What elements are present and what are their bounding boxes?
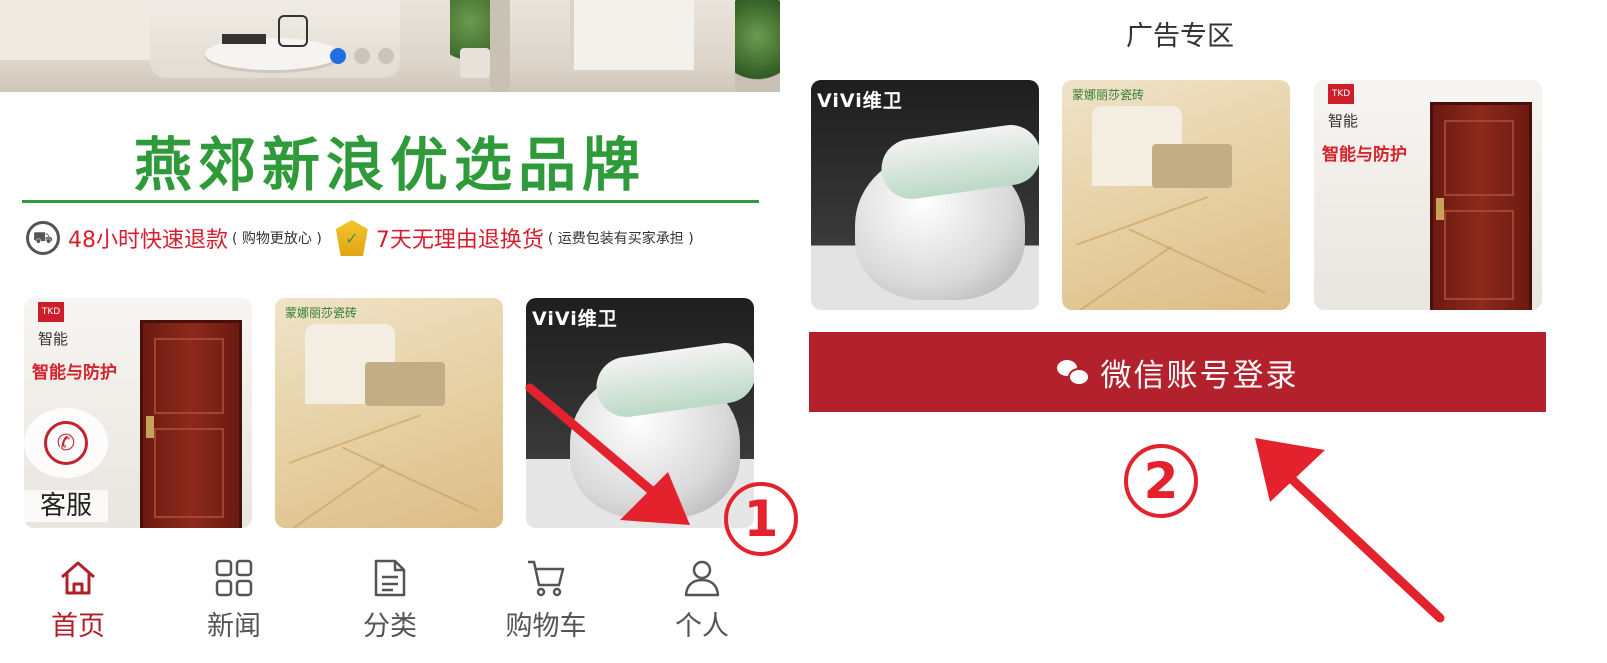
login-screen: 广告专区 ViVi维卫 蒙娜丽莎瓷砖 TKD 智能 智能与防护 微信账号登录	[790, 0, 1607, 663]
brand-logo: TKD	[1328, 84, 1354, 104]
step-badge-1: 1	[724, 482, 798, 556]
refund-promo-note: ( 购物更放心 )	[232, 231, 322, 247]
home-screen: 燕郊新浪优选品牌 ⛟ 48小时快速退款 ( 购物更放心 ) ✓ 7天无理由退换货…	[0, 0, 780, 663]
return-promo-text: 7天无理由退换货	[375, 228, 544, 253]
shield-check-icon: ✓	[335, 220, 368, 256]
user-icon	[682, 558, 722, 598]
door-panel	[154, 428, 224, 518]
customer-service-label[interactable]: 客服	[24, 490, 108, 522]
refund-promo-text: 48小时快速退款	[68, 228, 228, 253]
banner-cabinet-image	[490, 0, 510, 92]
banner-plant-image	[735, 0, 780, 92]
brand-logo: TKD	[38, 302, 64, 322]
banner-pot-image	[460, 48, 490, 78]
truck-icon: ⛟	[26, 221, 60, 255]
grid-icon	[214, 558, 254, 598]
nav-item-home[interactable]: 首页	[0, 552, 156, 652]
banner-door-image	[570, 0, 694, 70]
nav-label: 个人	[675, 611, 729, 642]
product-slogan: 智能与防护	[32, 363, 117, 383]
nav-label: 新闻	[207, 611, 261, 642]
ottoman-image	[1152, 144, 1232, 188]
marble-vein	[288, 414, 422, 464]
step-badge-2: 2	[1124, 444, 1198, 518]
carousel-dot[interactable]	[378, 48, 394, 64]
nav-label: 首页	[51, 611, 105, 642]
ad-card-door[interactable]: TKD 智能 智能与防护	[1314, 80, 1542, 310]
door-panel	[1444, 120, 1514, 196]
brand-divider	[22, 200, 759, 203]
brand-title: 燕郊新浪优选品牌	[133, 131, 646, 199]
product-card-toilet[interactable]: ViVi维卫	[526, 298, 754, 528]
wechat-icon	[1056, 360, 1090, 386]
home-icon	[58, 558, 98, 598]
nav-label: 分类	[363, 611, 417, 642]
nav-item-cart[interactable]: 购物车	[468, 552, 624, 652]
product-badge: 智能	[1328, 112, 1359, 130]
marble-vein	[1075, 196, 1209, 246]
nav-item-news[interactable]: 新闻	[156, 552, 312, 652]
wechat-login-button[interactable]: 微信账号登录	[809, 332, 1546, 412]
wechat-login-label: 微信账号登录	[1100, 357, 1299, 394]
document-icon	[370, 558, 410, 598]
brand-logo: 蒙娜丽莎瓷砖	[1072, 88, 1145, 102]
phone-icon: ✆	[44, 421, 88, 465]
brand-logo: 蒙娜丽莎瓷砖	[285, 306, 358, 320]
nav-label: 购物车	[505, 611, 587, 642]
brand-logo: ViVi维卫	[817, 90, 903, 112]
carousel-dot[interactable]	[354, 48, 370, 64]
ad-card-toilet[interactable]: ViVi维卫	[811, 80, 1039, 310]
product-card-tile[interactable]: 蒙娜丽莎瓷砖	[275, 298, 503, 528]
brand-logo: ViVi维卫	[532, 308, 618, 330]
banner-vase-image	[278, 15, 308, 47]
nav-item-profile[interactable]: 个人	[624, 552, 780, 652]
promo-banner: ⛟ 48小时快速退款 ( 购物更放心 ) ✓ 7天无理由退换货 ( 运费包装有买…	[26, 218, 708, 258]
marble-vein	[1072, 245, 1172, 310]
door-handle	[1436, 198, 1444, 220]
ad-section-heading: 广告专区	[1126, 21, 1234, 52]
banner-books-image	[222, 34, 266, 44]
cart-icon	[526, 558, 566, 598]
carousel-indicator	[330, 48, 394, 64]
door-handle	[146, 416, 154, 438]
ad-card-tile[interactable]: 蒙娜丽莎瓷砖	[1062, 80, 1290, 310]
ottoman-image	[365, 362, 445, 406]
door-panel	[154, 338, 224, 414]
product-badge: 智能	[38, 330, 69, 348]
hero-banner-carousel[interactable]	[0, 0, 780, 92]
door-panel	[1444, 210, 1514, 300]
marble-vein	[285, 463, 385, 528]
carousel-dot-active[interactable]	[330, 48, 346, 64]
product-slogan: 智能与防护	[1322, 145, 1407, 165]
nav-item-category[interactable]: 分类	[312, 552, 468, 652]
return-promo-note: ( 运费包装有买家承担 )	[547, 231, 694, 247]
customer-service-button[interactable]: ✆	[24, 408, 108, 478]
bottom-navigation: 首页 新闻 分类 购物车 个人	[0, 552, 780, 652]
